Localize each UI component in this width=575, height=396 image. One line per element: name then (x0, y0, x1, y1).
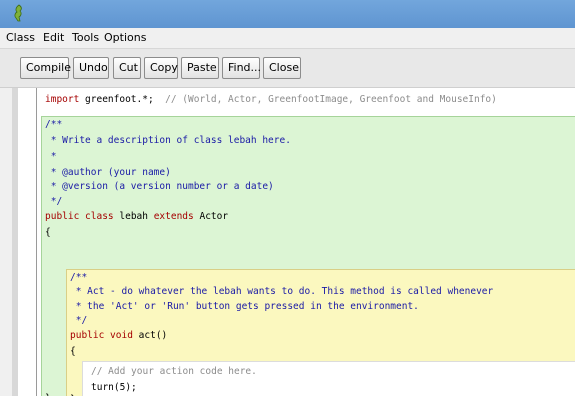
paste-button[interactable]: Paste (181, 57, 219, 79)
extends-keyword: extends (153, 211, 194, 222)
import-line: import greenfoot.*; // (World, Actor, Gr… (45, 92, 497, 107)
void-keyword: void (104, 330, 133, 341)
body-comment: // Add your action code here. (91, 366, 257, 377)
public-keyword: public (70, 330, 105, 341)
method-doc-line: */ (70, 315, 88, 326)
menu-class[interactable]: Class (6, 31, 35, 45)
close-button[interactable]: Close (263, 57, 301, 79)
body-statement: turn(5); (91, 382, 137, 393)
import-keyword: import (45, 94, 80, 105)
method-doc-line: * Act - do whatever the lebah wants to d… (70, 286, 494, 297)
public-keyword: public (45, 211, 80, 222)
method-body-scope: // Add your action code here. turn(5); (82, 361, 575, 396)
class-scope: /** * Write a description of class lebah… (41, 116, 575, 396)
line-gutter (18, 88, 37, 396)
class-open-brace: { (45, 227, 51, 238)
menu-edit[interactable]: Edit (43, 31, 64, 45)
class-declaration: public class lebah extends Actor (45, 209, 228, 224)
undo-button[interactable]: Undo (73, 57, 109, 79)
method-name: act() (132, 330, 168, 341)
class-doc-line: * (45, 151, 57, 162)
menu-options[interactable]: Options (104, 31, 146, 45)
method-doc-line: * the 'Act' or 'Run' button gets pressed… (70, 301, 419, 312)
superclass-name: Actor (193, 211, 229, 222)
menubar: Class Edit Tools Options (0, 28, 575, 48)
method-doc-line: /** (70, 272, 88, 283)
editor-frame: import greenfoot.*; // (World, Actor, Gr… (12, 88, 575, 396)
copy-button[interactable]: Copy (144, 57, 178, 79)
class-name: lebah (113, 211, 154, 222)
class-doc-line: */ (45, 196, 63, 207)
find-button[interactable]: Find... (222, 57, 261, 79)
class-doc-line: * Write a description of class lebah her… (45, 135, 291, 146)
method-declaration: public void act() (70, 328, 167, 343)
class-doc-line: /** (45, 119, 63, 130)
code-editor[interactable]: import greenfoot.*; // (World, Actor, Gr… (37, 88, 575, 396)
import-package: greenfoot.*; (79, 94, 166, 105)
compile-button[interactable]: Compile (20, 57, 71, 79)
method-open-brace: { (70, 346, 76, 357)
cut-button[interactable]: Cut (113, 57, 141, 79)
import-comment: // (World, Actor, GreenfootImage, Greenf… (165, 94, 497, 105)
class-keyword: class (79, 211, 114, 222)
class-doc-line: * @version (a version number or a date) (45, 181, 274, 192)
menu-tools[interactable]: Tools (72, 31, 99, 45)
toolbar: Compile Undo Cut Copy Paste Find... Clos… (0, 48, 575, 88)
class-doc-line: * @author (your name) (45, 167, 171, 178)
window-titlebar (0, 0, 575, 28)
method-close-brace: } (70, 392, 76, 396)
greenfoot-icon (14, 4, 22, 22)
class-close-brace: } (45, 391, 51, 396)
